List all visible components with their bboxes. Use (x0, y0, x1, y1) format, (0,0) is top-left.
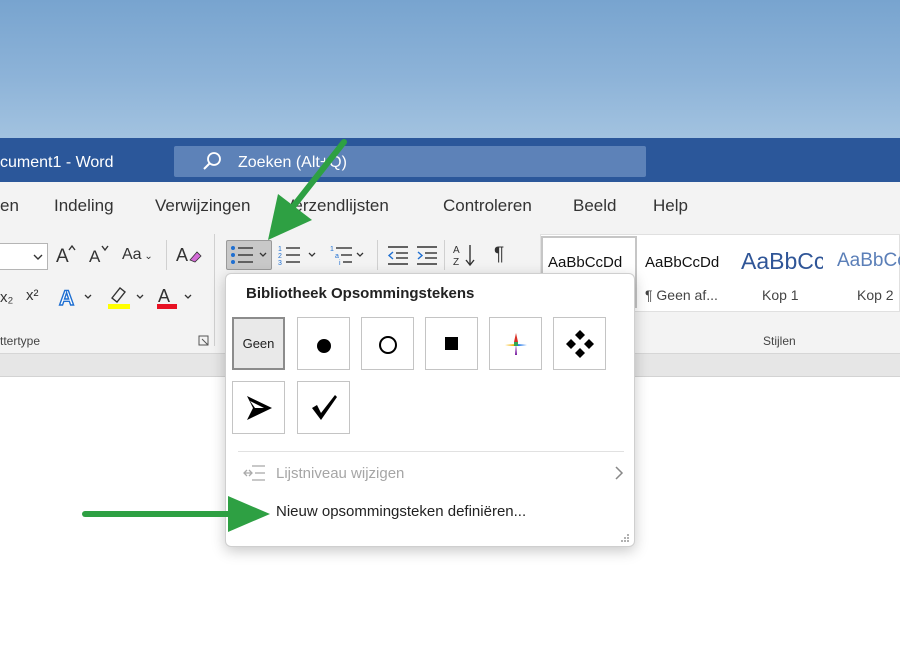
chevron-right-icon (615, 466, 624, 480)
superscript-button[interactable]: x² (26, 287, 39, 304)
bullet-option-filled-circle[interactable] (297, 317, 350, 370)
filled-square-icon (444, 336, 458, 350)
checkmark-icon (311, 394, 337, 420)
dropdown-title: Bibliotheek Opsommingstekens (246, 285, 475, 302)
change-case-button[interactable]: Aa ⌄ (122, 246, 153, 264)
decrease-indent-icon[interactable] (386, 243, 410, 267)
tab-controleren[interactable]: Controleren (443, 196, 532, 216)
tab-indeling[interactable]: Indeling (54, 196, 114, 216)
bullet-option-arrowhead[interactable] (232, 381, 285, 434)
svg-text:A: A (158, 286, 170, 306)
separator (214, 234, 215, 346)
tab-verwijzingen[interactable]: Verwijzingen (155, 196, 250, 216)
annotation-arrow-icon (82, 496, 270, 532)
svg-text:2: 2 (278, 253, 282, 260)
svg-text:A: A (56, 246, 69, 266)
increase-indent-icon[interactable] (415, 243, 439, 267)
sort-icon[interactable]: A Z (452, 242, 478, 268)
grow-font-icon[interactable]: A (55, 242, 79, 266)
color-star-icon (504, 332, 527, 355)
font-group-label: ttertype (0, 334, 41, 348)
dialog-launcher-icon[interactable] (198, 335, 210, 347)
arrowhead-icon (246, 395, 272, 420)
style-no-spacing-name: ¶ Geen af... (645, 287, 718, 303)
show-formatting-marks-icon[interactable]: ¶ (494, 244, 504, 266)
bullet-option-none[interactable]: Geen (232, 317, 285, 370)
four-diamonds-icon (565, 329, 594, 358)
highlight-color-icon[interactable] (104, 284, 150, 310)
resize-grip-icon[interactable] (620, 533, 630, 543)
dropdown-divider (238, 451, 624, 452)
tab-beeld[interactable]: Beeld (573, 196, 616, 216)
chevron-down-icon (33, 254, 43, 260)
svg-text:A: A (176, 245, 188, 265)
bullet-option-hollow-circle[interactable] (361, 317, 414, 370)
filled-circle-icon (316, 338, 331, 353)
search-icon (203, 152, 221, 170)
document-title: cument1 - Word (0, 154, 114, 171)
style-no-spacing-sample[interactable]: AaBbCcDd (645, 254, 719, 271)
svg-text:A: A (453, 245, 460, 256)
none-label: Geen (242, 336, 275, 351)
bullet-option-checkmark[interactable] (297, 381, 350, 434)
change-list-level-item[interactable]: Lijstniveau wijzigen (276, 465, 404, 482)
svg-text:Z: Z (453, 257, 459, 268)
tab-help[interactable]: Help (653, 196, 688, 216)
svg-text:A: A (59, 287, 74, 310)
annotation-arrow-icon (268, 139, 347, 240)
style-heading1-sample[interactable]: AaBbCc (741, 248, 823, 275)
text-effects-icon[interactable]: A (58, 284, 94, 310)
bullet-option-four-diamonds[interactable] (553, 317, 606, 370)
separator (166, 240, 167, 270)
styles-group-label: Stijlen (763, 334, 796, 348)
style-heading2-name: Kop 2 (857, 287, 894, 303)
define-new-bullet-item[interactable]: Nieuw opsommingsteken definiëren... (276, 503, 526, 520)
svg-text:3: 3 (278, 260, 282, 267)
clear-formatting-icon[interactable]: A (175, 242, 203, 266)
svg-text:a: a (335, 253, 339, 260)
style-heading2-sample[interactable]: AaBbCc (837, 250, 900, 272)
subscript-button[interactable]: x₂ (0, 289, 13, 306)
tab-start[interactable]: en (0, 196, 19, 216)
style-heading1-name: Kop 1 (762, 287, 799, 303)
separator (377, 240, 378, 270)
svg-text:i: i (339, 260, 341, 267)
bullet-option-color-star[interactable] (489, 317, 542, 370)
separator (444, 240, 445, 270)
hollow-circle-icon (378, 335, 397, 354)
font-size-select[interactable] (0, 243, 48, 270)
bullet-option-filled-square[interactable] (425, 317, 478, 370)
shrink-font-icon[interactable]: A (88, 242, 112, 266)
list-level-icon (243, 465, 265, 481)
desktop-background (0, 0, 900, 140)
font-color-icon[interactable]: A (155, 284, 201, 310)
svg-text:A: A (89, 247, 101, 266)
style-normal-sample: AaBbCcDd (548, 254, 623, 271)
